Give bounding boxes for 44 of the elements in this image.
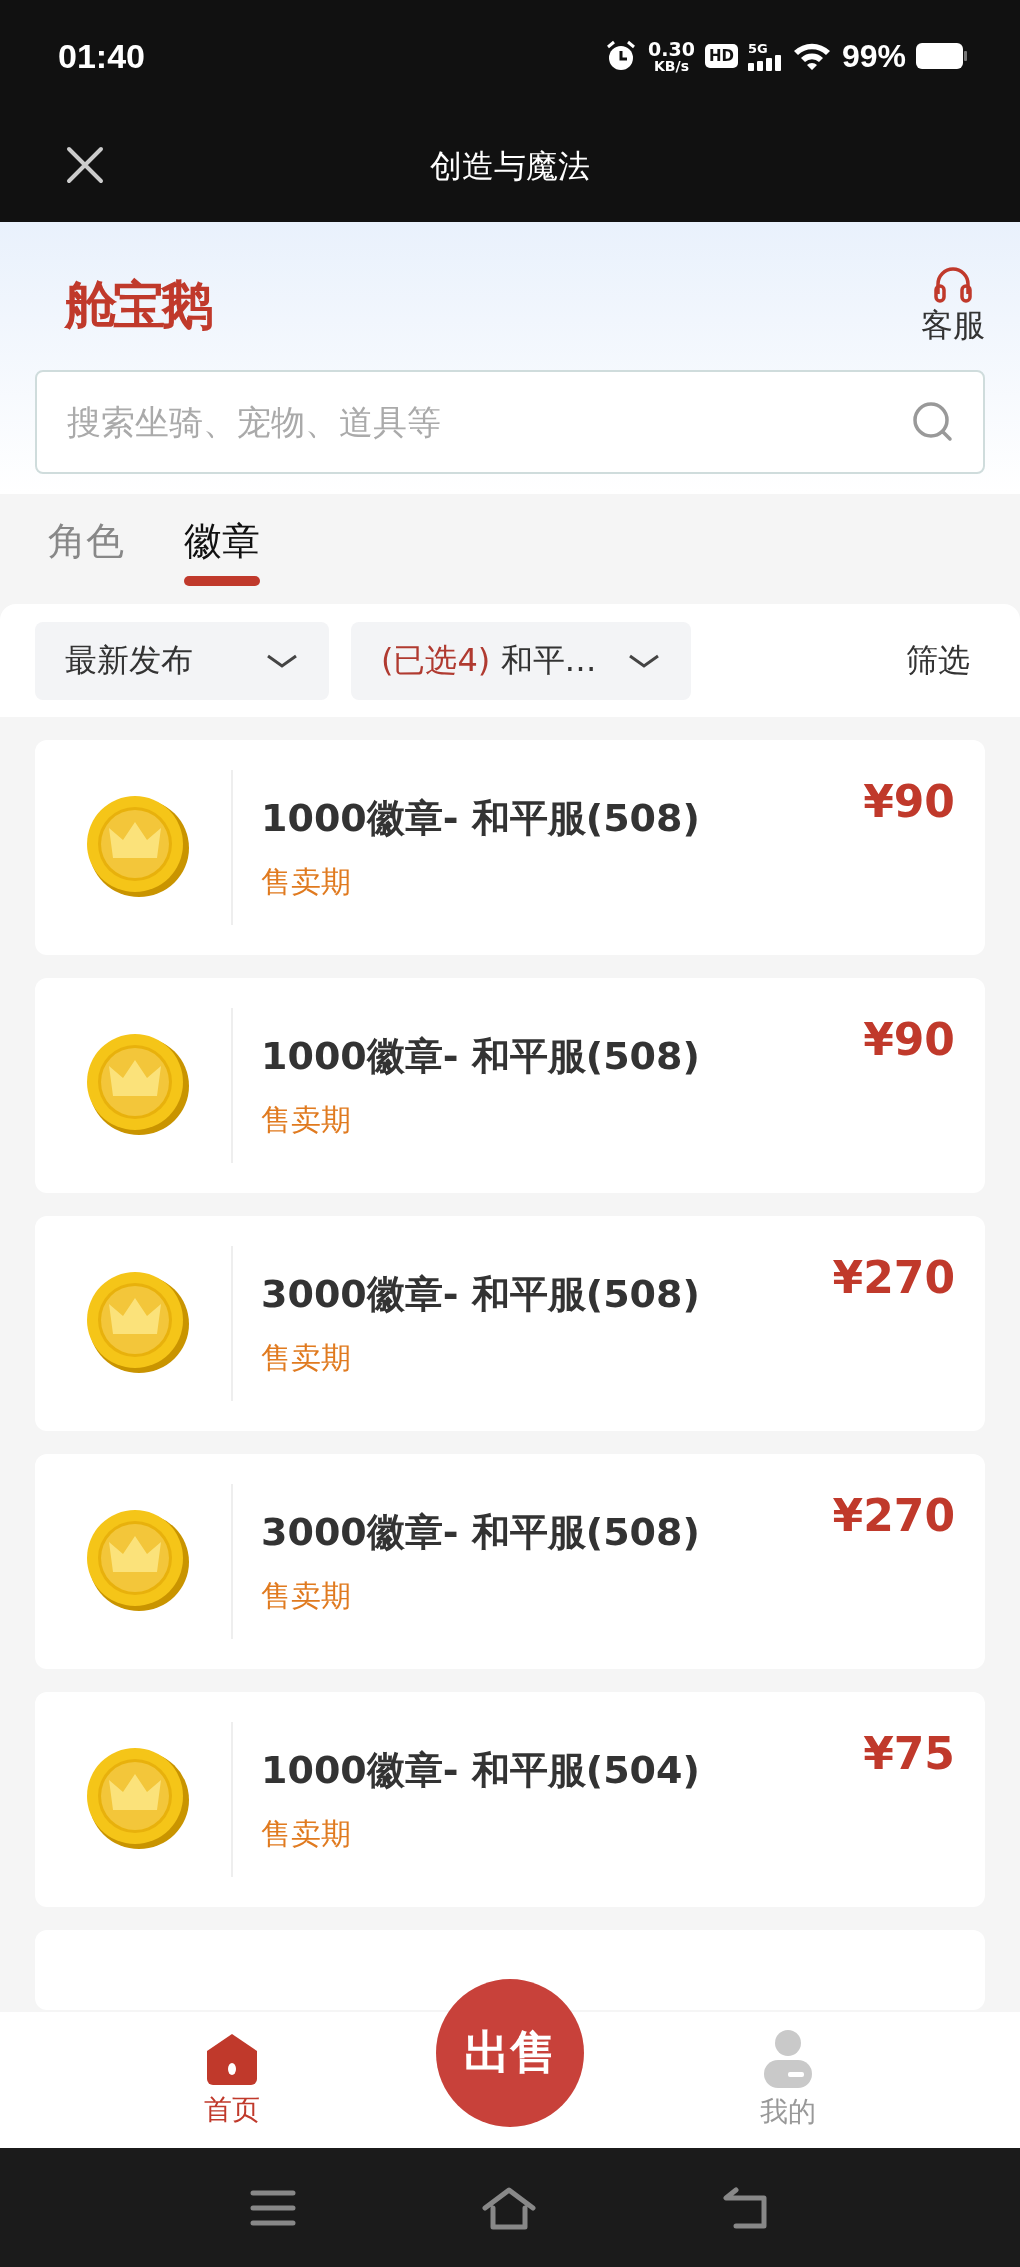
home-icon[interactable] [481,2185,537,2230]
network-speed: 0.30 [648,39,695,59]
listing-price: ¥90 [863,776,955,827]
page-title: 创造与魔法 [429,146,591,187]
listing-card[interactable]: 1000徽章- 和平服(508) 售卖期 ¥90 [35,978,985,1193]
back-icon[interactable] [722,2185,770,2230]
listing-price: ¥270 [832,1252,955,1303]
customer-service-button[interactable]: 客服 [921,264,985,348]
listing-title: 1000徽章- 和平服(504) [261,1746,701,1794]
listing-status: 售卖期 [261,1576,352,1615]
battery-icon [916,43,968,69]
listing-card[interactable] [35,1930,985,2010]
listing-title: 3000徽章- 和平服(508) [261,1270,701,1318]
listing-card[interactable]: 1000徽章- 和平服(504) 售卖期 ¥75 [35,1692,985,1907]
search-icon[interactable] [911,400,955,444]
menu-icon[interactable] [250,2188,296,2227]
listing-status: 售卖期 [261,1338,352,1377]
category-tab[interactable]: 徽章 [184,516,260,586]
sell-button[interactable]: 出售 [436,1979,584,2127]
listing-status: 售卖期 [261,1814,352,1853]
server-dropdown[interactable]: (已选4) 和平… [351,621,691,700]
listing-title: 3000徽章- 和平服(508) [261,1508,701,1556]
signal-icon [747,54,782,71]
listing-card[interactable]: 1000徽章- 和平服(508) 售卖期 ¥90 [35,740,985,955]
home-tab[interactable]: 首页 [171,2031,292,2129]
network-type: 5G [747,41,768,55]
listing-price: ¥90 [863,1014,955,1065]
listing-price: ¥75 [863,1728,955,1779]
sort-dropdown[interactable]: 最新发布 [35,621,329,700]
filter-button[interactable]: 筛选 [906,638,970,683]
listing-status: 售卖期 [261,1100,352,1139]
hd-badge: HD [704,44,738,68]
listing-price: ¥270 [832,1490,955,1541]
listing-card[interactable]: 3000徽章- 和平服(508) 售卖期 ¥270 [35,1216,985,1431]
battery-level: 99% [841,37,906,75]
listing-card[interactable]: 3000徽章- 和平服(508) 售卖期 ¥270 [35,1454,985,1669]
listing-status: 售卖期 [261,862,352,901]
clock-time: 01:40 [58,36,145,76]
speed-unit: KB/s [654,58,689,73]
logo: 舱宝鹅 [65,274,209,337]
listing-title: 1000徽章- 和平服(508) [261,1032,701,1080]
listing-title: 1000徽章- 和平服(508) [261,794,701,842]
search-field[interactable]: 搜索坐骑、宠物、道具等 [35,370,985,474]
headphones-icon [932,264,974,304]
